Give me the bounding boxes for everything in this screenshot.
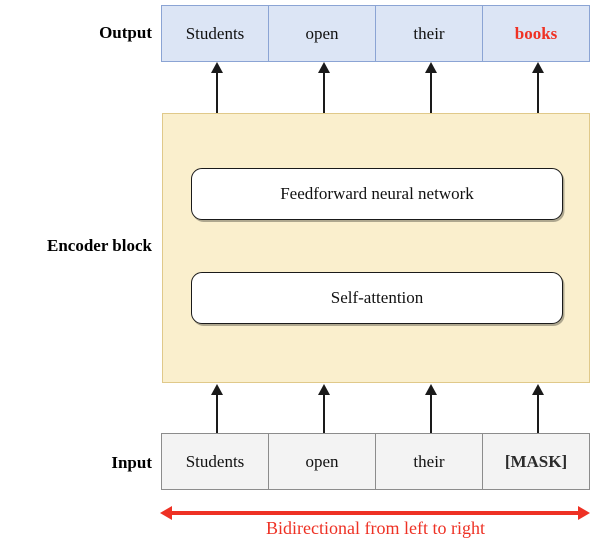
self-attention-layer-box: Self-attention xyxy=(191,272,563,324)
input-token-1: open xyxy=(268,434,375,489)
bidirectional-caption: Bidirectional from left to right xyxy=(266,518,485,538)
feedforward-layer-box: Feedforward neural network xyxy=(191,168,563,220)
encoder-block-label: Encoder block xyxy=(46,236,152,255)
output-token-0: Students xyxy=(185,23,245,43)
output-token-1: open xyxy=(268,6,375,61)
encoder-block-diagram: Output Encoder block Input Students open… xyxy=(0,0,600,547)
output-token-3: books xyxy=(482,6,589,61)
output-token-2: their xyxy=(375,6,482,61)
input-row-label: Input xyxy=(111,453,152,472)
output-row-label: Output xyxy=(99,23,152,42)
output-token-row: Students open their books xyxy=(161,5,590,62)
input-token-2: their xyxy=(375,434,482,489)
input-token-0: Students xyxy=(185,451,245,471)
input-token-3-mask: [MASK] xyxy=(482,434,589,489)
input-token-row: Students open their [MASK] xyxy=(161,433,590,490)
encoder-block: Feedforward neural network Self-attentio… xyxy=(162,113,590,383)
